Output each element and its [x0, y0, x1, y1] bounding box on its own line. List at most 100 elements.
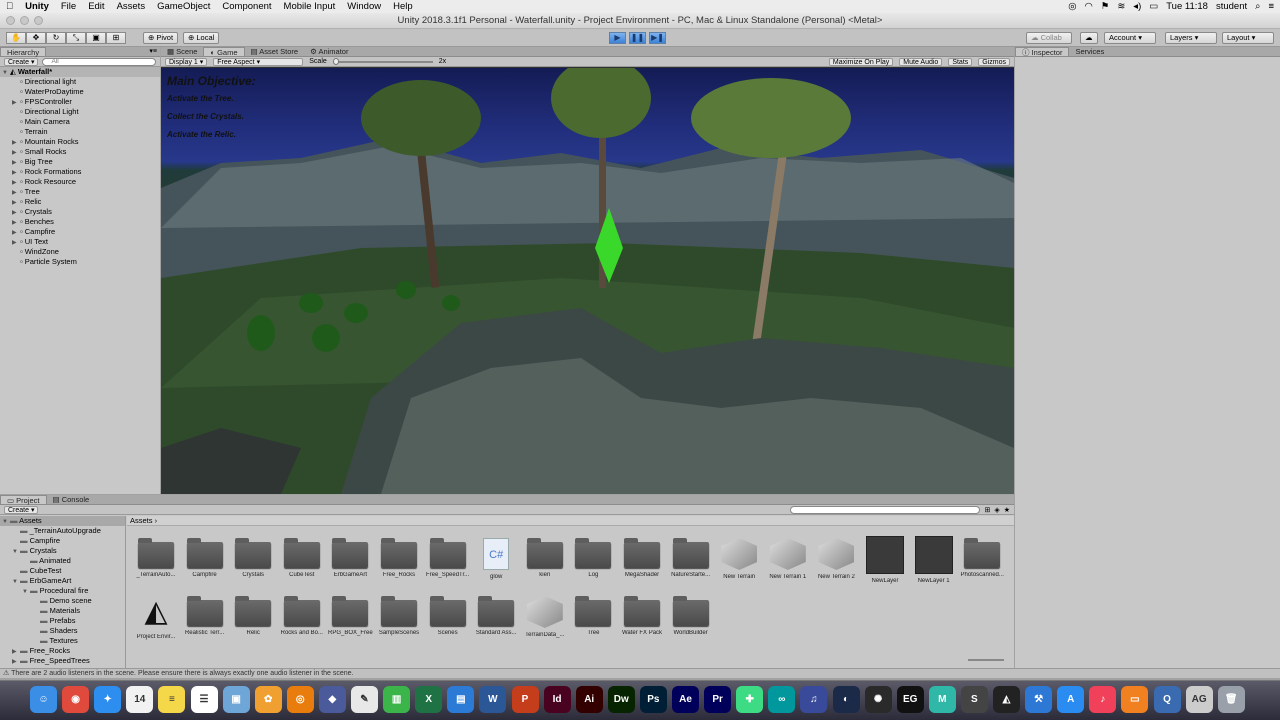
battery-icon[interactable]: ▭ — [1149, 1, 1158, 12]
folder-tree-item[interactable]: ▬ CubeTest — [0, 566, 125, 576]
substance-icon[interactable]: S — [960, 686, 988, 713]
hierarchy-item[interactable]: ▶ ▫ Crystals — [0, 207, 160, 217]
photos-icon[interactable]: ✿ — [254, 686, 282, 713]
hierarchy-item[interactable]: ▶ ▫ Rock Formations — [0, 167, 160, 177]
trash-icon[interactable]: 🗑 — [1217, 686, 1245, 713]
scene-root[interactable]: ▼ ◭ Waterfall* — [0, 67, 160, 77]
hierarchy-item[interactable]: ▫ Main Camera — [0, 117, 160, 127]
layout-dropdown[interactable]: Layout ▾ — [1222, 32, 1274, 44]
asset-item[interactable]: Crystals — [229, 536, 277, 592]
cloud-button[interactable]: ☁ — [1080, 32, 1098, 44]
folder-tree-item[interactable]: ▬ Shaders — [0, 626, 125, 636]
tab-scene[interactable]: ▦ Scene — [161, 47, 203, 56]
menu-gameobject[interactable]: GameObject — [151, 1, 216, 12]
account-dropdown[interactable]: Account ▾ — [1104, 32, 1156, 44]
record-icon[interactable]: ◎ — [1068, 1, 1076, 12]
asset-item[interactable]: New Terrain 1 — [764, 536, 812, 592]
pause-button[interactable]: ❚❚ — [629, 32, 646, 44]
asset-item[interactable]: Realistic Terr... — [181, 594, 229, 650]
folder-tree-item[interactable]: ▼ ▬ Assets — [0, 516, 125, 526]
spotlight-icon[interactable]: ⌕ — [1255, 1, 1260, 12]
textedit-icon[interactable]: ✎ — [351, 686, 378, 713]
folder-tree-item[interactable]: ▶ ▬ Free_Rocks — [0, 646, 125, 656]
photoshop-icon[interactable]: Ps — [639, 686, 667, 713]
project-search-input[interactable] — [790, 505, 981, 514]
folder-tree-item[interactable]: ▬ _TerrainAutoUpgrade — [0, 526, 125, 536]
menu-component[interactable]: Component — [216, 1, 277, 12]
aftereffects-icon[interactable]: Ae — [672, 686, 699, 713]
asset-item[interactable]: NewLayer — [861, 536, 909, 592]
hierarchy-item[interactable]: ▶ ▫ Big Tree — [0, 157, 160, 167]
move-tool-button[interactable]: ✥ — [26, 32, 46, 44]
asset-item[interactable]: Photoscanned... — [958, 536, 1006, 592]
asset-item[interactable]: SampleScenes — [375, 594, 423, 650]
pivot-toggle[interactable]: ⊕ Pivot — [143, 32, 179, 44]
asset-item[interactable]: Rocks and Bo... — [278, 594, 326, 650]
hierarchy-item[interactable]: ▫ WindZone — [0, 247, 160, 257]
asset-item[interactable]: WorldBuilder — [667, 594, 715, 650]
folder-tree-item[interactable]: ▬ Prefabs — [0, 616, 125, 626]
asset-item[interactable]: Free_Rocks — [375, 536, 423, 592]
display-dropdown[interactable]: Display 1 ▾ — [165, 57, 208, 66]
hand-tool-button[interactable]: ✋ — [6, 32, 26, 44]
asset-item[interactable]: RPG_BOX_Free — [326, 594, 374, 650]
menu-assets[interactable]: Assets — [111, 1, 152, 12]
asset-item[interactable]: C# glow — [472, 536, 520, 592]
audio-icon[interactable]: ♫ — [800, 686, 828, 713]
rect-tool-button[interactable]: ▣ — [86, 32, 106, 44]
close-window-button[interactable] — [6, 16, 15, 25]
aspect-dropdown[interactable]: Free Aspect ▾ — [213, 57, 304, 66]
hierarchy-item[interactable]: ▶ ▫ FPSController — [0, 97, 160, 107]
maximize-on-play-toggle[interactable]: Maximize On Play — [828, 57, 894, 66]
dreamweaver-icon[interactable]: Dw — [607, 686, 635, 713]
arduino-icon[interactable]: ∞ — [768, 686, 796, 713]
asset-item[interactable]: New Terrain — [715, 536, 763, 592]
illustrator-icon[interactable]: Ai — [575, 686, 603, 713]
project-create-button[interactable]: Create ▾ — [4, 505, 39, 514]
app-store-icon[interactable]: A — [1057, 686, 1085, 713]
folder-tree-item[interactable]: ▬ Textures — [0, 636, 125, 646]
panel-menu-icon[interactable]: ▾≡ — [149, 47, 157, 55]
hierarchy-item[interactable]: ▶ ▫ Relic — [0, 197, 160, 207]
asset-item[interactable]: ErbGameArt — [326, 536, 374, 592]
indesign-icon[interactable]: Id — [543, 686, 571, 713]
asset-item[interactable]: Scenes — [424, 594, 472, 650]
vectorworks-icon[interactable]: ◆ — [318, 686, 346, 713]
apple-icon[interactable]:  — [0, 1, 19, 12]
menu-mobile-input[interactable]: Mobile Input — [278, 1, 342, 12]
menu-help[interactable]: Help — [387, 1, 419, 12]
android-studio-icon[interactable]: ✚ — [736, 686, 764, 713]
asset-item[interactable]: Relic — [229, 594, 277, 650]
user-name[interactable]: student — [1216, 1, 1247, 12]
scale-tool-button[interactable]: ⤡ — [66, 32, 86, 44]
layers-dropdown[interactable]: Layers ▾ — [1165, 32, 1217, 44]
asset-item[interactable]: kien — [521, 536, 569, 592]
asset-item[interactable]: CubeTest — [278, 536, 326, 592]
asset-item[interactable]: Campfire — [181, 536, 229, 592]
tab-console[interactable]: ▤ Console — [47, 495, 96, 504]
mute-audio-toggle[interactable]: Mute Audio — [899, 57, 943, 66]
folder-tree-item[interactable]: ▶ ▬ Free_SpeedTrees — [0, 656, 125, 666]
flag-icon[interactable]: ⚑ — [1101, 1, 1110, 12]
excel-icon[interactable]: X — [415, 686, 443, 713]
transform-tool-button[interactable]: ⊞ — [106, 32, 126, 44]
hierarchy-item[interactable]: ▶ ▫ Rock Resource — [0, 177, 160, 187]
asset-item[interactable]: Tree — [569, 594, 617, 650]
asset-item[interactable]: Free_SpeedTr... — [424, 536, 472, 592]
hierarchy-item[interactable]: ▫ Directional light — [0, 77, 160, 87]
asset-item[interactable]: ◭ Project Envir... — [132, 594, 180, 650]
asset-item[interactable]: MegaShader — [618, 536, 666, 592]
scale-slider[interactable] — [332, 57, 433, 65]
davinci-icon[interactable]: ✺ — [864, 686, 892, 713]
filter-label-icon[interactable]: ◈ — [994, 506, 999, 514]
asset-item[interactable]: New Terrain 2 — [812, 536, 860, 592]
hierarchy-item[interactable]: ▶ ▫ Tree — [0, 187, 160, 197]
xcode-icon[interactable]: ⚒ — [1025, 686, 1053, 713]
folder-tree-item[interactable]: ▼ ▬ Procedural fire — [0, 586, 125, 596]
premiere-icon[interactable]: Pr — [704, 686, 732, 713]
game-viewport[interactable]: Main Objective: Activate the Tree. Colle… — [161, 68, 1014, 494]
asset-item[interactable]: _TerrainAuto... — [132, 536, 180, 592]
asset-item[interactable]: Log — [569, 536, 617, 592]
zoom-window-button[interactable] — [34, 16, 43, 25]
slider-thumb[interactable] — [332, 57, 339, 65]
